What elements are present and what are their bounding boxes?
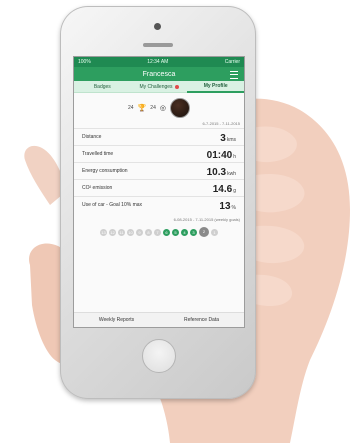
day-dot[interactable]: 8 bbox=[145, 228, 152, 236]
tab-bar: Badges My Challenges My Profile bbox=[74, 81, 244, 93]
stat-value: 14.6 bbox=[212, 184, 233, 195]
app-title: Francesca bbox=[142, 70, 176, 78]
stat-label: Travelled time bbox=[82, 151, 114, 157]
stat-row-travelled-time: Travelled time 01:40h bbox=[74, 145, 244, 162]
weekly-reports-button[interactable]: Weekly Reports bbox=[74, 313, 159, 327]
day-dot[interactable]: 5 bbox=[172, 228, 179, 236]
day-progress: 13 12 11 10 9 8 7 6 5 4 3 2 1 bbox=[74, 225, 244, 239]
day-dot[interactable]: 9 bbox=[136, 228, 143, 236]
day-dot[interactable]: 12 bbox=[109, 228, 116, 236]
battery-level: 100% bbox=[78, 59, 91, 65]
period-label: 6-7-2015 - 7-11-2015 bbox=[202, 121, 240, 126]
rank-value: 24 bbox=[150, 105, 156, 111]
stat-value: 3 bbox=[220, 133, 226, 144]
stat-row-co2: CO² emission 14.6g bbox=[74, 179, 244, 196]
stat-label: Distance bbox=[82, 134, 102, 140]
day-dot[interactable]: 6 bbox=[163, 228, 170, 236]
day-dot[interactable]: 11 bbox=[118, 228, 125, 236]
stat-value: 01:40 bbox=[206, 150, 233, 161]
stat-unit: % bbox=[231, 205, 236, 211]
stat-unit: h bbox=[233, 154, 236, 160]
day-dot[interactable]: 3 bbox=[190, 228, 197, 236]
speaker-grille bbox=[143, 43, 173, 47]
front-camera-icon bbox=[154, 23, 161, 30]
points-value: 24 bbox=[128, 105, 134, 111]
carrier-name: Carrier bbox=[224, 59, 240, 65]
stats-list: Distance 3kms Travelled time 01:40h Ener… bbox=[74, 128, 244, 213]
photo-scene: 100% 12:34 AM Carrier Francesca Badges M… bbox=[0, 0, 358, 443]
trophy-icon: 🏆 bbox=[137, 105, 147, 112]
tab-my-challenges[interactable]: My Challenges bbox=[130, 81, 188, 93]
hamburger-menu-icon[interactable] bbox=[230, 71, 238, 79]
smartphone: 100% 12:34 AM Carrier Francesca Badges M… bbox=[60, 6, 256, 399]
stat-label: Use of car - Goal 10% max bbox=[82, 202, 143, 208]
bottom-bar: Weekly Reports Reference Data bbox=[74, 312, 244, 327]
day-dot[interactable]: 13 bbox=[100, 228, 107, 236]
notification-dot-icon bbox=[174, 84, 179, 89]
stat-row-distance: Distance 3kms bbox=[74, 128, 244, 145]
stat-unit: kms bbox=[226, 137, 236, 143]
tab-my-profile[interactable]: My Profile bbox=[187, 81, 244, 93]
stat-unit: g bbox=[233, 188, 236, 194]
stat-label: CO² emission bbox=[82, 185, 113, 191]
phone-screen: 100% 12:34 AM Carrier Francesca Badges M… bbox=[73, 56, 245, 328]
stat-value: 10.3 bbox=[206, 167, 227, 178]
profile-summary: 24 🏆 24 ◎ bbox=[74, 93, 244, 123]
week-label: 6-08-2015 - 7-11-2015 (weekly goals) bbox=[173, 217, 240, 222]
day-dot[interactable]: 4 bbox=[181, 228, 188, 236]
day-dot[interactable]: 10 bbox=[127, 228, 134, 236]
stat-unit: kwh bbox=[227, 171, 236, 177]
stat-row-energy: Energy consumption 10.3kwh bbox=[74, 162, 244, 179]
stat-row-car-use: Use of car - Goal 10% max 13% bbox=[74, 196, 244, 213]
home-button[interactable] bbox=[142, 339, 176, 373]
reference-data-button[interactable]: Reference Data bbox=[159, 313, 244, 327]
day-dot[interactable]: 1 bbox=[211, 228, 218, 236]
avatar[interactable] bbox=[169, 98, 190, 118]
status-bar: 100% 12:34 AM Carrier bbox=[74, 57, 244, 67]
day-dot-current[interactable]: 2 bbox=[199, 227, 209, 237]
status-time: 12:34 AM bbox=[147, 59, 169, 65]
stat-label: Energy consumption bbox=[82, 168, 128, 174]
medal-icon: ◎ bbox=[159, 105, 166, 112]
stat-value: 13 bbox=[219, 201, 231, 212]
app-header: Francesca bbox=[74, 67, 244, 81]
day-dot[interactable]: 7 bbox=[154, 228, 161, 236]
tab-badges[interactable]: Badges bbox=[74, 81, 131, 93]
